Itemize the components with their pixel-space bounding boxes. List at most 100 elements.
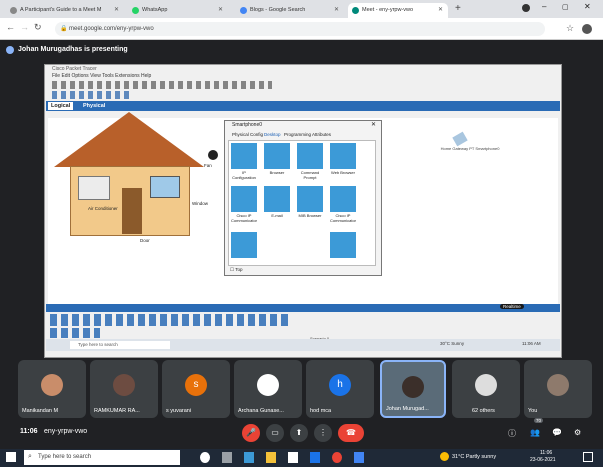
account-avatar[interactable] (582, 24, 592, 34)
more-options-button[interactable]: ⋮ (314, 424, 332, 442)
meet-time: 11:06 (20, 428, 38, 435)
browser-app[interactable] (264, 143, 290, 169)
app-label: Cisco IP Communicator (231, 213, 258, 223)
taskbar-search[interactable]: Type here to search (24, 450, 180, 465)
taskbar-time: 11:06 (540, 450, 553, 456)
communicator-app[interactable] (330, 186, 356, 212)
logical-tab[interactable]: Logical (48, 102, 74, 110)
forward-icon[interactable]: → (20, 22, 29, 32)
windows-start-icon[interactable] (6, 452, 16, 462)
notification-icon[interactable] (583, 452, 593, 462)
app-icon[interactable] (354, 452, 364, 463)
ceiling-fan[interactable] (208, 150, 218, 160)
close-window-button[interactable]: ✕ (584, 2, 591, 11)
mail-icon[interactable] (310, 452, 320, 463)
label-air-conditioner: Air Conditioner (88, 206, 118, 211)
activities-icon[interactable]: ⚙ (574, 428, 581, 437)
app-label: Command Prompt (300, 170, 320, 180)
participant-tile[interactable]: ss yuvarani (162, 360, 230, 418)
page-icon (10, 7, 17, 14)
ip-configuration-app[interactable] (231, 143, 257, 169)
store-icon[interactable] (288, 452, 298, 463)
pt-status-strip (46, 304, 560, 312)
close-icon[interactable]: ✕ (114, 3, 119, 18)
close-icon[interactable]: ✕ (218, 3, 223, 18)
app-label: Browser (269, 170, 285, 175)
dialog-tab-config[interactable]: Config (250, 132, 263, 137)
chrome-icon[interactable] (332, 452, 342, 463)
chat-icon[interactable]: 💬 (552, 428, 562, 437)
leave-call-button[interactable]: ☎ (338, 424, 364, 442)
label-door: Door (140, 238, 150, 243)
whatsapp-icon (132, 7, 139, 14)
top-checkbox[interactable]: ☐ Top (230, 267, 242, 273)
pt-title: Cisco Packet Tracer (52, 66, 97, 72)
google-icon (240, 7, 247, 14)
cisco-ip-communicator-app[interactable] (231, 186, 257, 212)
inner-weather: 30°C Sunny (440, 341, 465, 346)
dialog-tab-physical[interactable]: Physical (232, 132, 249, 137)
physical-tab[interactable]: Physical (80, 102, 108, 110)
minimize-button[interactable]: – (542, 2, 546, 11)
avatar: h (329, 374, 351, 396)
avatar (41, 374, 63, 396)
people-icon[interactable]: 👥 (530, 428, 540, 437)
pt-toolbar-2[interactable] (52, 91, 132, 99)
tab-meet[interactable]: Meet - eny-yrpw-vwo ✕ (348, 3, 448, 18)
air-conditioner[interactable] (78, 176, 110, 200)
house-window[interactable] (150, 176, 180, 198)
dialog-close-button[interactable]: ✕ (371, 121, 376, 128)
web-browser-app[interactable] (330, 143, 356, 169)
dialog-tab-attributes[interactable]: Attributes (312, 132, 331, 137)
app-label: Web Browser (331, 170, 355, 175)
pt-toolbar[interactable] (52, 81, 272, 89)
tab-google-search[interactable]: Blogs - Google Search ✕ (236, 3, 344, 18)
bluetooth-app[interactable] (330, 232, 356, 258)
close-icon[interactable]: ✕ (334, 3, 339, 18)
present-button[interactable]: ⬆ (290, 424, 308, 442)
inner-clock: 11:06 AM (522, 341, 541, 346)
others-tile[interactable]: 62 others (452, 360, 520, 418)
inner-search[interactable]: Type here to search (70, 341, 170, 349)
tab-whatsapp[interactable]: WhatsApp ✕ (128, 3, 228, 18)
mib-browser-app[interactable] (297, 186, 323, 212)
camera-button[interactable]: ▭ (266, 424, 284, 442)
avatar (475, 374, 497, 396)
avatar (547, 374, 569, 396)
label-window: Window (192, 201, 209, 206)
cortana-icon[interactable] (200, 452, 210, 463)
house-door (122, 188, 142, 234)
text-editor-app[interactable] (231, 232, 257, 258)
email-app[interactable] (264, 186, 290, 212)
participant-tile[interactable]: h hod mca (306, 360, 374, 418)
profile-icon[interactable] (522, 4, 530, 12)
info-icon[interactable]: ⓘ (508, 428, 516, 439)
back-icon[interactable]: ← (6, 22, 15, 32)
mic-off-button[interactable]: 🎤 (242, 424, 260, 442)
presenter-avatar (6, 46, 14, 54)
participant-tile[interactable]: RAMKUMAR RA... (90, 360, 158, 418)
tab-participant-guide[interactable]: A Participant's Guide to a Meet M ✕ (6, 3, 124, 18)
device-subpalette[interactable] (50, 328, 100, 338)
file-explorer-icon[interactable] (266, 452, 276, 463)
participant-tile[interactable]: Archana Gunase... (234, 360, 302, 418)
lock-icon: 🔒 (60, 26, 68, 32)
reload-icon[interactable]: ↻ (34, 22, 42, 33)
url-field[interactable]: 🔒 meet.google.com/eny-yrpw-vwo (55, 22, 545, 36)
participant-tile[interactable]: Manikandan M (18, 360, 86, 418)
dialog-tab-desktop[interactable]: Desktop (264, 132, 281, 137)
new-tab-button[interactable]: + (455, 3, 461, 14)
close-icon[interactable]: ✕ (438, 3, 443, 18)
realtime-button[interactable]: Realtime (500, 304, 524, 309)
taskbar-weather: 31°C Partly sunny (452, 454, 497, 460)
self-tile[interactable]: You (524, 360, 592, 418)
command-prompt-app[interactable] (297, 143, 323, 169)
maximize-button[interactable]: ▢ (562, 3, 569, 11)
star-icon[interactable]: ☆ (566, 23, 574, 34)
task-view-icon[interactable] (222, 452, 232, 463)
search-icon: ⌕ (28, 453, 32, 460)
device-palette[interactable] (50, 314, 290, 326)
participant-tile-presenter[interactable]: Johan Murugad... (380, 360, 446, 418)
edge-icon[interactable] (244, 452, 254, 463)
dialog-tab-programming[interactable]: Programming (284, 132, 311, 137)
